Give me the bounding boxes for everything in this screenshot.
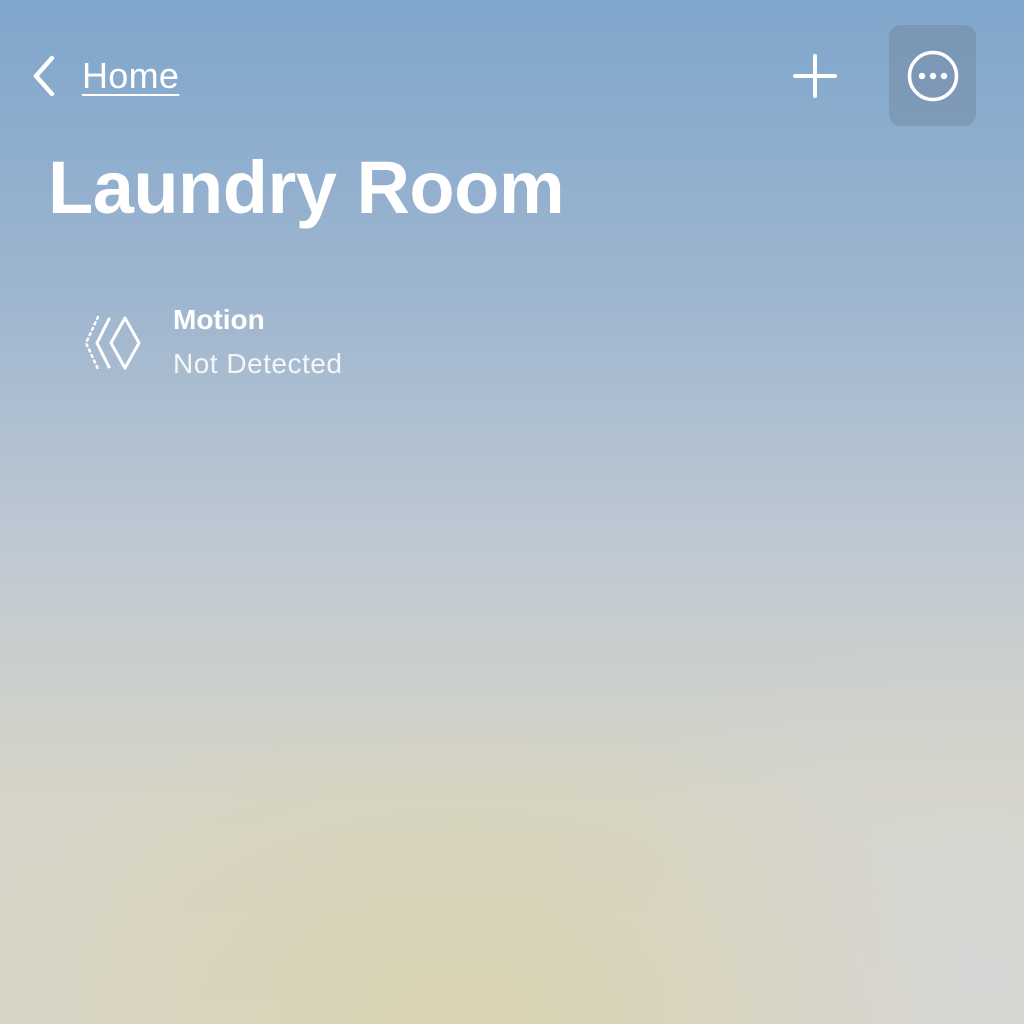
plus-icon [793, 54, 837, 98]
page-title: Laundry Room [48, 146, 565, 229]
accessory-tile-motion[interactable]: Motion Not Detected [76, 300, 416, 390]
ellipsis-circle-icon [907, 50, 958, 101]
room-screen: Home Laundry Room Motion Not Detected [0, 0, 1024, 1024]
more-options-button[interactable] [889, 25, 976, 126]
accessory-status: Not Detected [173, 348, 343, 379]
back-label[interactable]: Home [82, 55, 179, 97]
add-button[interactable] [786, 47, 844, 105]
accessory-name: Motion [173, 304, 265, 335]
motion-sensor-icon [84, 315, 141, 371]
back-button[interactable]: Home [28, 50, 179, 102]
chevron-left-icon [33, 55, 55, 97]
